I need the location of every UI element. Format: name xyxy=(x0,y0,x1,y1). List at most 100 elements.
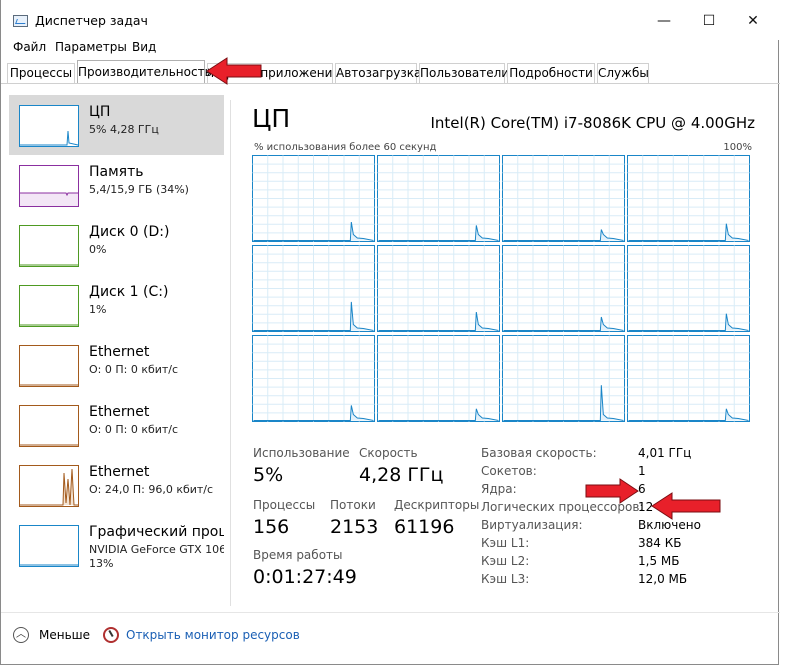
graph-max-label: 100% xyxy=(723,142,752,153)
menu-file[interactable]: Файл xyxy=(13,40,46,54)
sidebar-item[interactable]: Память 5,4/15,9 ГБ (34%) xyxy=(9,155,224,215)
arrow-shape xyxy=(651,492,721,520)
uptime-value: 0:01:27:49 xyxy=(253,566,357,588)
sidebar-item[interactable]: Диск 1 (C:) 1% xyxy=(9,275,224,335)
sockets-label: Сокетов: xyxy=(481,464,537,478)
minimize-button[interactable]: — xyxy=(654,12,674,30)
page-title: ЦП xyxy=(252,104,291,133)
core-graph xyxy=(377,335,500,422)
sidebar-item[interactable]: Графический процессор 0 NVIDIA GeForce GT… xyxy=(9,515,224,575)
annotation-arrow-logical xyxy=(651,492,721,520)
annotation-arrow-tab xyxy=(206,57,262,85)
task-manager-window: Диспетчер задач — ☐ ✕ Файл Параметры Вид… xyxy=(0,0,780,665)
sidebar-thumbnail-graph xyxy=(19,405,79,447)
sidebar-item[interactable]: Ethernet О: 24,0 П: 96,0 кбит/с xyxy=(9,455,224,515)
core-graph xyxy=(252,335,375,422)
task-manager-icon xyxy=(13,15,28,27)
sidebar-item-name: Графический процессор 0 xyxy=(89,524,224,540)
thumbnail-frame xyxy=(19,225,79,267)
close-button[interactable]: ✕ xyxy=(743,12,763,30)
sidebar-item-name: Ethernet xyxy=(89,464,150,480)
tab-startup[interactable]: Автозагрузка xyxy=(335,63,421,83)
thumbnail-frame xyxy=(19,405,79,447)
sidebar-thumbnail-graph xyxy=(19,225,79,267)
l3-cache-label: Кэш L3: xyxy=(481,572,530,586)
tab-divider xyxy=(1,83,780,84)
sidebar-item-detail: 5% 4,28 ГГц xyxy=(89,123,159,136)
pane-divider[interactable] xyxy=(230,100,231,606)
virtualization-value: Включено xyxy=(638,518,701,532)
threads-label: Потоки xyxy=(330,498,376,512)
core-graph xyxy=(377,155,500,242)
speed-label: Скорость xyxy=(359,446,418,460)
sockets-value: 1 xyxy=(638,464,646,478)
tab-details[interactable]: Подробности xyxy=(507,63,595,83)
tab-bar: Процессы Журнал приложений Автозагрузка … xyxy=(1,60,780,84)
sidebar-item-detail: О: 0 П: 0 кбит/с xyxy=(89,363,179,376)
core-graph xyxy=(502,245,625,332)
menu-options[interactable]: Параметры xyxy=(55,40,127,54)
sidebar-item[interactable]: Ethernet О: 0 П: 0 кбит/с xyxy=(9,395,224,455)
annotation-arrow-cores xyxy=(585,478,639,504)
sidebar-thumbnail-graph xyxy=(19,525,79,567)
sidebar-item-detail: 5,4/15,9 ГБ (34%) xyxy=(89,183,189,196)
handles-label: Дескрипторы xyxy=(394,498,480,512)
core-graph xyxy=(502,155,625,242)
tab-services[interactable]: Службы xyxy=(597,63,649,83)
tab-performance[interactable]: Производительность xyxy=(77,60,212,84)
virtualization-label: Виртуализация: xyxy=(481,518,583,532)
sidebar-item-name: Ethernet xyxy=(89,344,150,360)
arrow-shape xyxy=(585,478,639,504)
sidebar-item-percent: 13% xyxy=(89,557,114,570)
sidebar-item-name: ЦП xyxy=(89,104,111,120)
cpu-model: Intel(R) Core(TM) i7-8086K CPU @ 4.00GHz xyxy=(430,114,755,132)
core-graph xyxy=(252,245,375,332)
sidebar-thumbnail-graph xyxy=(19,285,79,327)
uptime-label: Время работы xyxy=(253,548,343,562)
handles-value: 61196 xyxy=(394,516,455,538)
l3-cache-value: 12,0 МБ xyxy=(638,572,688,586)
sidebar-item-name: Диск 1 (C:) xyxy=(89,284,169,300)
sidebar-thumbnail-graph xyxy=(19,105,79,147)
thumbnail-frame xyxy=(19,105,79,147)
core-graph xyxy=(627,155,750,242)
l2-cache-value: 1,5 МБ xyxy=(638,554,680,568)
usage-value: 5% xyxy=(253,464,284,486)
thumbnail-frame xyxy=(19,525,79,567)
resource-monitor-icon xyxy=(103,627,119,643)
l1-cache-label: Кэш L1: xyxy=(481,536,530,550)
base-speed-label: Базовая скорость: xyxy=(481,446,597,460)
tab-users[interactable]: Пользователи xyxy=(419,63,509,83)
core-graph xyxy=(627,335,750,422)
sidebar-item[interactable]: ЦП 5% 4,28 ГГц xyxy=(9,95,224,155)
sidebar-item[interactable]: Ethernet О: 0 П: 0 кбит/с xyxy=(9,335,224,395)
usage-label: Использование xyxy=(253,446,350,460)
sidebar-item-detail: NVIDIA GeForce GTX 1060 6GB xyxy=(89,543,224,556)
menu-view[interactable]: Вид xyxy=(132,40,156,54)
cpu-core-graphs[interactable] xyxy=(252,155,754,423)
fewer-details-label: Меньше xyxy=(39,628,91,642)
sidebar-item-detail: 0% xyxy=(89,243,107,256)
graph-caption: % использования более 60 секунд xyxy=(254,142,437,153)
thumbnail-frame xyxy=(19,345,79,387)
menu-bar: Файл Параметры Вид xyxy=(1,40,780,58)
sidebar-thumbnail-graph xyxy=(19,345,79,387)
threads-value: 2153 xyxy=(330,516,379,538)
core-graph xyxy=(627,245,750,332)
core-graph xyxy=(377,245,500,332)
maximize-button[interactable]: ☐ xyxy=(699,12,719,30)
speed-value: 4,28 ГГц xyxy=(359,464,444,486)
processes-value: 156 xyxy=(253,516,290,538)
sidebar-item-detail: 1% xyxy=(89,303,107,316)
sidebar-item-name: Ethernet xyxy=(89,404,150,420)
sidebar-item-name: Диск 0 (D:) xyxy=(89,224,170,240)
sidebar-item-detail: О: 0 П: 0 кбит/с xyxy=(89,423,179,436)
base-speed-value: 4,01 ГГц xyxy=(638,446,692,460)
sidebar-item-detail: О: 24,0 П: 96,0 кбит/с xyxy=(89,483,214,496)
core-graph xyxy=(502,335,625,422)
sidebar-item-name: Память xyxy=(89,164,144,180)
sidebar-thumbnail-graph xyxy=(19,465,79,507)
sidebar-item[interactable]: Диск 0 (D:) 0% xyxy=(9,215,224,275)
title-bar[interactable]: Диспетчер задач — ☐ ✕ xyxy=(1,0,780,40)
tab-processes[interactable]: Процессы xyxy=(7,63,75,83)
